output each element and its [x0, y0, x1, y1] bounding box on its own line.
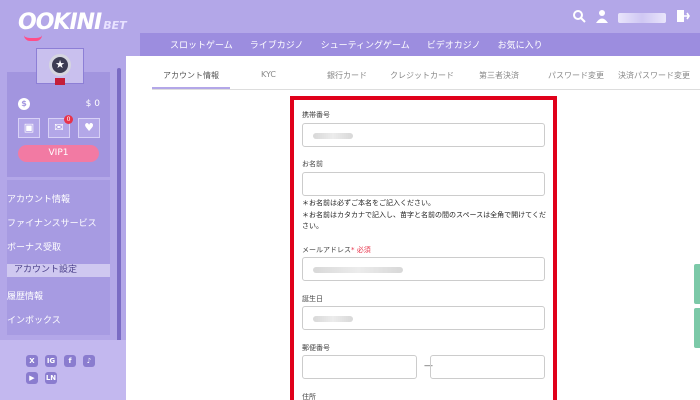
balance-amount: $ 0	[85, 99, 100, 109]
header-actions	[572, 9, 690, 27]
sidebar-item-account-info[interactable]: アカウント情報	[7, 192, 70, 205]
sidebar-item-inbox[interactable]: インボックス	[7, 313, 61, 326]
birthday-value-masked	[313, 316, 353, 322]
side-widget-1[interactable]	[694, 264, 700, 304]
page: OOKINI BET スロットゲーム ライブカジノ シューティングゲーム ビデオカ…	[0, 0, 700, 400]
account-info-form: 携帯番号 お名前 ＊お名前は必ずご本名をご記入ください。 ＊お名前はカタカナで記…	[290, 96, 557, 400]
nav-slot-games[interactable]: スロットゲーム	[170, 38, 233, 51]
logout-icon[interactable]	[676, 9, 690, 27]
tab-credit-card[interactable]: クレジットカード	[390, 70, 454, 81]
tab-password-change[interactable]: パスワード変更	[548, 70, 604, 81]
tab-account-info[interactable]: アカウント情報	[163, 70, 219, 81]
tabs-divider	[152, 89, 700, 90]
email-value-masked	[313, 267, 403, 273]
tab-payment-password-change[interactable]: 決済パスワード変更	[618, 70, 690, 81]
sidebar-item-finance[interactable]: ファイナンスサービス	[7, 216, 97, 229]
name-note-1: ＊お名前は必ずご本名をご記入ください。	[302, 199, 435, 207]
required-mark: * 必須	[351, 246, 371, 254]
sidebar-scrollbar[interactable]	[117, 68, 121, 343]
vip-level-badge[interactable]: VIP1	[18, 145, 99, 162]
line-icon[interactable]: LN	[45, 372, 57, 384]
name-note-2: ＊お名前はカタカナで記入し、苗字と名前の間のスペースは全角で開けてください。	[302, 211, 546, 230]
rank-medal-icon: ★	[49, 54, 71, 76]
email-label-text: メールアドレス	[302, 246, 351, 254]
user-icon[interactable]	[596, 9, 608, 27]
mail-badge: 0	[64, 115, 73, 124]
logo-text: OOKINI	[18, 10, 102, 35]
nav-video-casino[interactable]: ビデオカジノ	[427, 38, 481, 51]
active-tab-indicator	[152, 87, 230, 89]
facebook-icon[interactable]: f	[64, 355, 76, 367]
username-masked	[618, 13, 666, 23]
gift-icon[interactable]: ▣	[18, 118, 40, 138]
nav-favorites[interactable]: お気に入り	[498, 38, 543, 51]
nav-shooting-games[interactable]: シューティングゲーム	[321, 38, 410, 51]
instagram-icon[interactable]: IG	[45, 355, 57, 367]
zip-label: 郵便番号	[302, 344, 330, 352]
search-icon[interactable]	[572, 9, 586, 27]
email-field[interactable]	[302, 257, 545, 281]
zip-field-1[interactable]	[302, 355, 417, 379]
medal-ribbon	[55, 78, 65, 85]
name-field[interactable]	[302, 172, 545, 196]
birthday-field[interactable]	[302, 306, 545, 330]
heart-icon[interactable]: ♥	[78, 118, 100, 138]
phone-value-masked	[313, 133, 353, 139]
sidebar-item-account-settings[interactable]: アカウント設定	[7, 264, 110, 277]
logo[interactable]: OOKINI BET	[18, 10, 127, 35]
name-label: お名前	[302, 160, 323, 168]
address-label: 住所	[302, 393, 316, 400]
tab-kyc[interactable]: KYC	[261, 70, 276, 79]
logo-suffix: BET	[103, 19, 127, 32]
social-links: X IG f ♪ ▶ LN	[26, 355, 106, 384]
settings-tabs: アカウント情報 KYC 銀行カード クレジットカード 第三者決済 パスワード変更…	[152, 70, 700, 90]
x-icon[interactable]: X	[26, 355, 38, 367]
phone-label: 携帯番号	[302, 111, 330, 119]
birthday-label: 誕生日	[302, 295, 323, 303]
tab-third-party-payment[interactable]: 第三者決済	[479, 70, 519, 81]
youtube-icon[interactable]: ▶	[26, 372, 38, 384]
main-nav: スロットゲーム ライブカジノ シューティングゲーム ビデオカジノ お気に入り	[170, 38, 543, 51]
phone-field[interactable]	[302, 123, 545, 147]
zip-field-2[interactable]	[430, 355, 545, 379]
email-label: メールアドレス* 必須	[302, 245, 371, 255]
tab-bank-card[interactable]: 銀行カード	[327, 70, 367, 81]
coin-icon: $	[18, 98, 30, 110]
nav-live-casino[interactable]: ライブカジノ	[250, 38, 304, 51]
side-widget-2[interactable]	[694, 308, 700, 348]
tiktok-icon[interactable]: ♪	[83, 355, 95, 367]
sidebar-item-history[interactable]: 履歴情報	[7, 289, 43, 302]
sidebar-item-bonus[interactable]: ボーナス受取	[7, 240, 61, 253]
mail-icon[interactable]: ✉ 0	[48, 115, 73, 138]
profile-actions: ▣ ✉ 0 ♥	[18, 115, 100, 138]
